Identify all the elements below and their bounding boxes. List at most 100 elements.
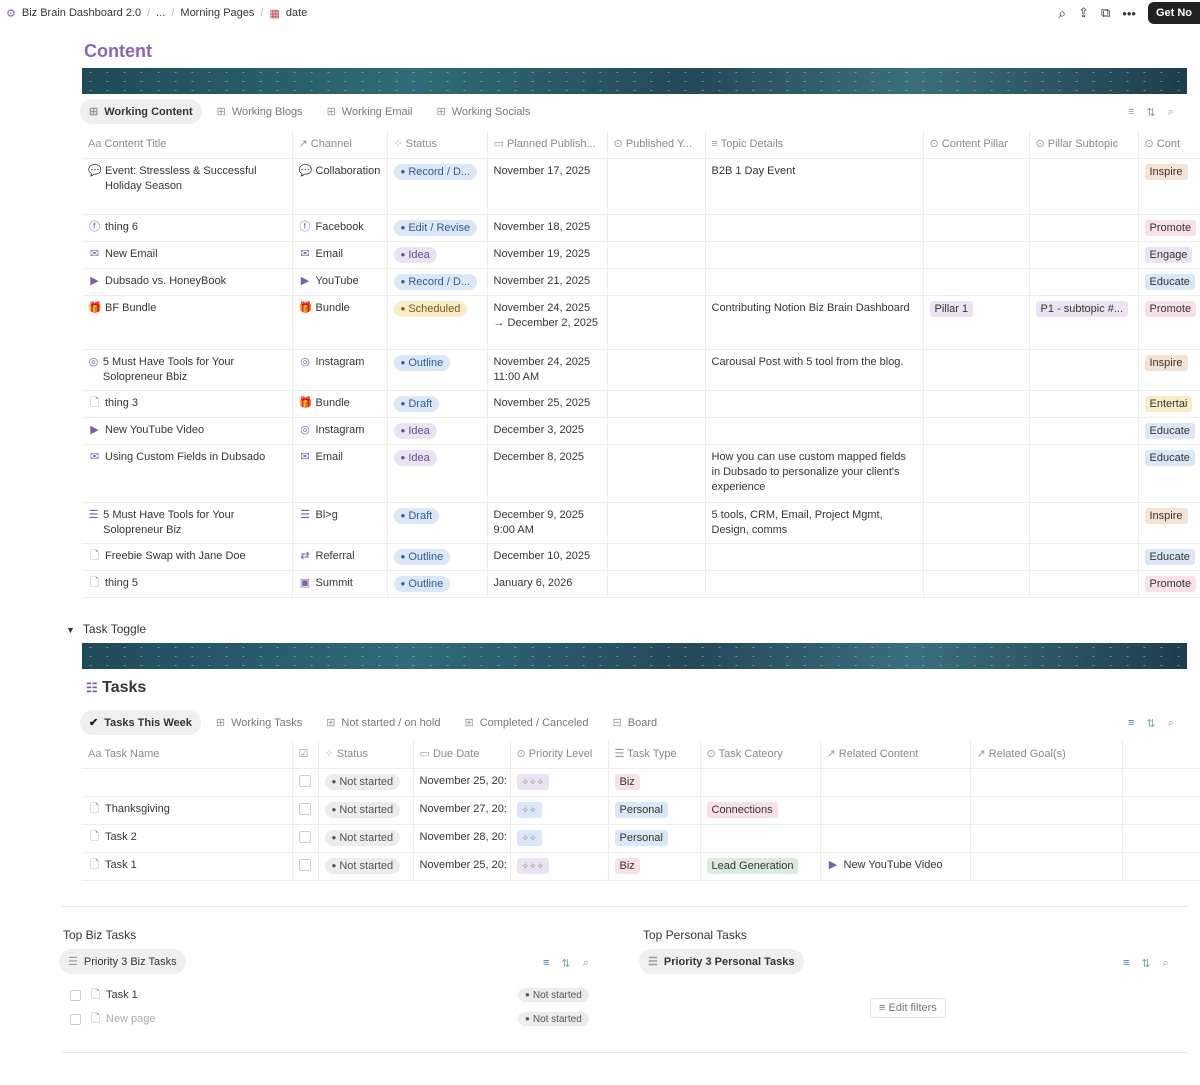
related-goals-cell[interactable] — [970, 768, 1123, 797]
related-content-link[interactable]: New YouTube Video — [844, 859, 943, 871]
sort-icon[interactable]: ⇅ — [1141, 957, 1150, 970]
checkbox[interactable] — [70, 989, 81, 1001]
category-cell[interactable]: Connections — [700, 796, 821, 825]
cont-cell[interactable]: Inspire — [1138, 502, 1200, 544]
subtopic-cell[interactable] — [1029, 390, 1139, 418]
channel-cell[interactable]: ☰ Bl>g — [292, 502, 388, 544]
channel-cell[interactable]: 💬 Collaboration — [292, 158, 388, 215]
status-cell[interactable]: Not started — [318, 852, 414, 881]
planned-cell[interactable]: December 9, 2025 9:00 AM — [487, 502, 608, 544]
type-cell[interactable]: Personal — [608, 796, 701, 825]
tab-priority-personal[interactable]: ☰ Priority 3 Personal Tasks — [639, 949, 804, 974]
column-header[interactable]: ⊙ Priority Level — [510, 741, 609, 769]
cont-cell[interactable]: Educate — [1138, 444, 1200, 503]
priority-cell[interactable]: ✧✧✧ — [510, 852, 609, 881]
cont-cell[interactable]: Inspire — [1138, 349, 1200, 391]
topic-cell[interactable] — [705, 268, 924, 296]
checkbox[interactable] — [298, 858, 311, 871]
planned-cell[interactable]: November 18, 2025 — [487, 214, 608, 242]
status-cell[interactable]: Not started — [318, 824, 414, 853]
subtopic-cell[interactable] — [1029, 417, 1139, 445]
search-icon[interactable]: ⌕ — [583, 957, 589, 970]
table-row[interactable]: ▶ Dubsado vs. HoneyBook ▶ YouTube Record /… — [82, 268, 1200, 296]
column-header[interactable]: ☑ — [292, 741, 319, 769]
more-icon[interactable]: ••• — [1122, 6, 1136, 21]
published-cell[interactable] — [607, 543, 706, 571]
get-button[interactable]: Get No — [1147, 2, 1200, 24]
task-name-cell[interactable]: 🗋 Thanksgiving — [82, 796, 293, 825]
title-cell[interactable]: ✉ Using Custom Fields in Dubsado — [82, 444, 293, 503]
published-cell[interactable] — [607, 390, 706, 418]
title-cell[interactable]: 💬 Event: Stressless & Successful Holiday … — [82, 158, 293, 215]
status-cell[interactable]: Draft — [387, 390, 488, 418]
channel-cell[interactable]: ⓕ Facebook — [292, 214, 388, 242]
pillar-cell[interactable] — [923, 417, 1030, 445]
title-cell[interactable]: ▶ New YouTube Video — [82, 417, 293, 445]
title-cell[interactable]: ✉ New Email — [82, 241, 293, 269]
status-cell[interactable]: Edit / Revise — [387, 214, 488, 242]
published-cell[interactable] — [607, 268, 706, 296]
filter-icon[interactable]: ≡ — [1128, 106, 1134, 119]
status-cell[interactable]: Idea — [387, 444, 488, 503]
title-cell[interactable]: 🗋 thing 3 — [82, 390, 293, 418]
cont-cell[interactable]: Promote — [1138, 214, 1200, 242]
status-cell[interactable]: Draft — [387, 502, 488, 544]
table-row[interactable]: ⓕ thing 6 ⓕ Facebook Edit / Revise Novembe… — [82, 214, 1200, 242]
table-row[interactable]: ◎ 5 Must Have Tools for Your Solopreneur … — [82, 349, 1200, 391]
cont-cell[interactable]: Inspire — [1138, 158, 1200, 215]
cont-cell[interactable]: Educate — [1138, 417, 1200, 445]
title-cell[interactable]: ◎ 5 Must Have Tools for Your Solopreneur … — [82, 349, 293, 391]
published-cell[interactable] — [607, 502, 706, 544]
pillar-cell[interactable] — [923, 570, 1030, 598]
title-cell[interactable]: ⓕ thing 6 — [82, 214, 293, 242]
cont-cell[interactable]: Educate — [1138, 543, 1200, 571]
channel-cell[interactable]: ✉ Email — [292, 241, 388, 269]
column-header[interactable]: ⁘ Status — [387, 131, 488, 159]
task-name-cell[interactable] — [82, 768, 293, 797]
done-checkbox[interactable] — [292, 852, 319, 881]
tab-working-content[interactable]: ⊞ Working Content — [80, 99, 202, 124]
done-checkbox[interactable] — [292, 768, 319, 797]
search-icon[interactable]: ⌕ — [1163, 957, 1169, 970]
column-header[interactable]: Aa Task Name — [82, 741, 293, 769]
task-name-cell[interactable]: 🗋 Task 2 — [82, 824, 293, 853]
related-content-cell[interactable]: ▶ New YouTube Video — [820, 852, 971, 881]
published-cell[interactable] — [607, 570, 706, 598]
filter-icon[interactable]: ≡ — [1128, 717, 1134, 730]
topic-cell[interactable] — [705, 570, 924, 598]
sort-icon[interactable]: ⇅ — [1146, 717, 1155, 730]
related-content-cell[interactable] — [820, 824, 971, 853]
status-cell[interactable]: Not started — [318, 796, 414, 825]
sort-icon[interactable]: ⇅ — [561, 957, 570, 970]
column-header[interactable]: ↗ Related Goal(s) — [970, 741, 1123, 769]
column-header[interactable]: ⊙ Cont — [1138, 131, 1200, 159]
planned-cell[interactable]: November 24, 2025 → December 2, 2025 — [487, 295, 608, 350]
table-row[interactable]: 🗋 Freebie Swap with Jane Doe ⇄ Referral Ou… — [82, 543, 1200, 571]
pillar-cell[interactable] — [923, 158, 1030, 215]
published-cell[interactable] — [607, 417, 706, 445]
status-cell[interactable]: Scheduled — [387, 295, 488, 350]
checkbox[interactable] — [298, 802, 311, 815]
channel-cell[interactable]: ▶ YouTube — [292, 268, 388, 296]
channel-cell[interactable]: ▣ Summit — [292, 570, 388, 598]
breadcrumb-ellipsis[interactable]: ... — [156, 7, 165, 19]
biz-task-row[interactable]: 🗋 Task 1 Not started — [70, 983, 600, 1007]
tab-board[interactable]: ⊟ Board — [604, 710, 667, 735]
table-row[interactable]: Not started November 25, 20: ✧✧✧ Biz — [82, 768, 1200, 797]
status-cell[interactable]: Record / D... — [387, 158, 488, 215]
channel-cell[interactable]: 🎁 Bundle — [292, 390, 388, 418]
tab-working-email[interactable]: ⊞ Working Email — [318, 99, 422, 124]
due-cell[interactable]: November 28, 20: — [413, 824, 511, 853]
subtopic-cell[interactable] — [1029, 543, 1139, 571]
tab-working-tasks[interactable]: ⊞ Working Tasks — [207, 710, 311, 735]
column-header[interactable]: ☰ Task Type — [608, 741, 701, 769]
column-header[interactable]: ⊙ Task Cateory — [700, 741, 821, 769]
subtopic-cell[interactable] — [1029, 349, 1139, 391]
planned-cell[interactable]: November 19, 2025 — [487, 241, 608, 269]
status-cell[interactable]: Outline — [387, 349, 488, 391]
cont-cell[interactable]: Entertai — [1138, 390, 1200, 418]
planned-cell[interactable]: December 3, 2025 — [487, 417, 608, 445]
status-cell[interactable]: Not started — [318, 768, 414, 797]
title-cell[interactable]: 🎁 BF Bundle — [82, 295, 293, 350]
title-cell[interactable]: ☰ 5 Must Have Tools for Your Solopreneur … — [82, 502, 293, 544]
